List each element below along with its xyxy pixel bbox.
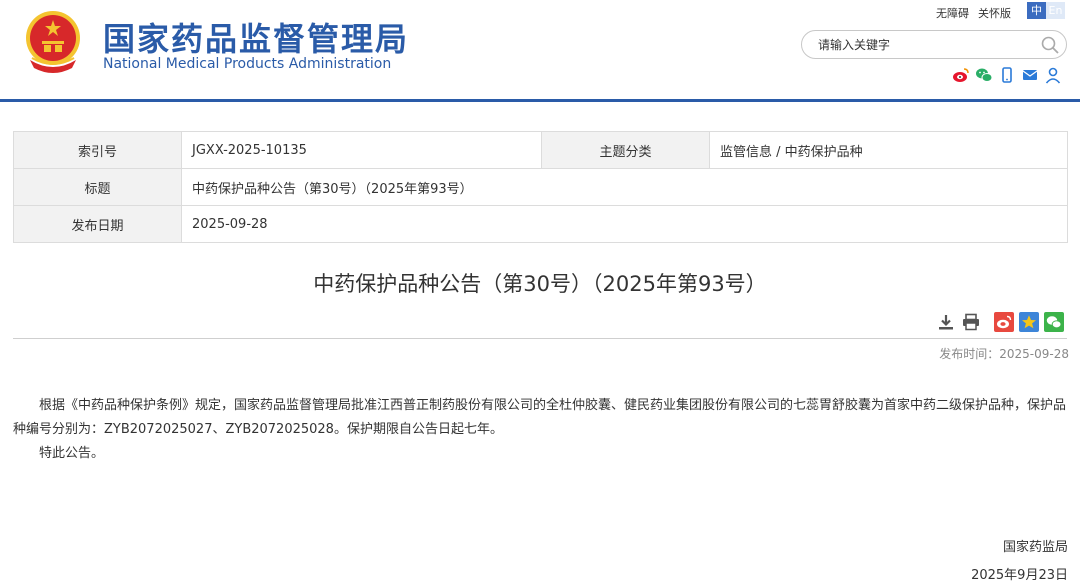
search-input[interactable] bbox=[818, 36, 1028, 53]
publish-date-value: 2025-09-28 bbox=[181, 205, 1068, 243]
care-mode-link[interactable]: 关怀版 bbox=[978, 7, 1011, 20]
wechat-icon[interactable] bbox=[975, 66, 993, 84]
table-row: 发布日期 2025-09-28 bbox=[13, 205, 1068, 243]
document-info-table: 索引号 JGXX-2025-10135 主题分类 监管信息 / 中药保护品种 标… bbox=[13, 131, 1068, 243]
signature-date: 2025年9月23日 bbox=[971, 568, 1068, 583]
table-row: 索引号 JGXX-2025-10135 主题分类 监管信息 / 中药保护品种 bbox=[13, 131, 1068, 169]
category-label: 主题分类 bbox=[541, 131, 710, 169]
index-number-label: 索引号 bbox=[13, 131, 182, 169]
site-title-english[interactable]: National Medical Products Administration bbox=[103, 56, 391, 72]
article-toolbar bbox=[936, 312, 1069, 332]
category-value: 监管信息 / 中药保护品种 bbox=[709, 131, 1068, 169]
title-value: 中药保护品种公告（第30号）（2025年第93号） bbox=[181, 168, 1068, 206]
table-row: 标题 中药保护品种公告（第30号）（2025年第93号） bbox=[13, 168, 1068, 206]
site-header: 国家药品监督管理局 National Medical Products Admi… bbox=[0, 0, 1080, 100]
content-divider bbox=[13, 338, 1067, 339]
weibo-icon[interactable] bbox=[952, 66, 970, 84]
top-links: 无障碍 关怀版 bbox=[936, 5, 1020, 21]
article-title: 中药保护品种公告（第30号）（2025年第93号） bbox=[313, 272, 767, 296]
mobile-icon[interactable] bbox=[998, 66, 1016, 84]
title-label: 标题 bbox=[13, 168, 182, 206]
social-links bbox=[952, 66, 1067, 84]
accessibility-link[interactable]: 无障碍 bbox=[936, 7, 969, 20]
body-paragraph: 特此公告。 bbox=[39, 446, 105, 461]
mail-icon[interactable] bbox=[1021, 66, 1039, 84]
header-divider bbox=[0, 99, 1080, 102]
language-switch: 中 En bbox=[1027, 2, 1065, 19]
body-paragraph: 根据《中药品种保护条例》规定，国家药品监督管理局批准江西普正制药股份有限公司的全… bbox=[13, 398, 1067, 437]
share-weibo-icon[interactable] bbox=[994, 312, 1014, 332]
lang-chinese-button[interactable]: 中 bbox=[1027, 2, 1046, 19]
article-body: 根据《中药品种保护条例》规定，国家药品监督管理局批准江西普正制药股份有限公司的全… bbox=[13, 394, 1069, 466]
search-box bbox=[801, 30, 1067, 59]
national-emblem-logo[interactable] bbox=[24, 8, 82, 74]
print-icon[interactable] bbox=[961, 312, 981, 332]
search-icon[interactable] bbox=[1040, 35, 1060, 55]
share-wechat-icon[interactable] bbox=[1044, 312, 1064, 332]
lang-english-button[interactable]: En bbox=[1046, 2, 1065, 19]
user-icon[interactable] bbox=[1044, 66, 1062, 84]
index-number-value: JGXX-2025-10135 bbox=[181, 131, 542, 169]
site-title[interactable]: 国家药品监督管理局 bbox=[103, 14, 409, 60]
download-icon[interactable] bbox=[936, 312, 956, 332]
publish-date-label: 发布日期 bbox=[13, 205, 182, 243]
toolbar-spacer bbox=[986, 312, 994, 332]
signature: 国家药监局 bbox=[1002, 540, 1068, 555]
publish-time: 发布时间：2025-09-28 bbox=[939, 347, 1069, 361]
favorite-icon[interactable] bbox=[1019, 312, 1039, 332]
